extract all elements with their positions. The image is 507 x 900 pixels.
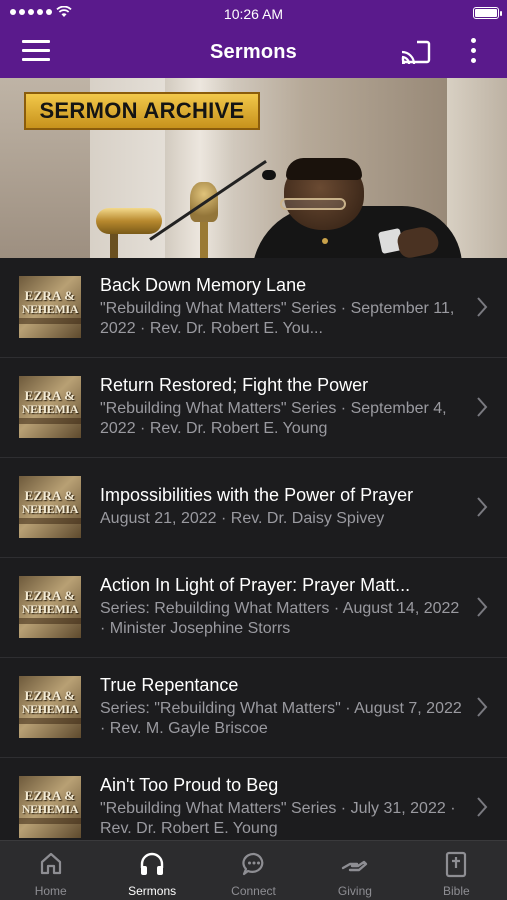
- sermon-row[interactable]: EZRA & NEHEMIA Impossibilities with the …: [0, 458, 507, 558]
- sermon-title: Action In Light of Prayer: Prayer Matt..…: [100, 575, 411, 595]
- cast-icon[interactable]: [399, 38, 433, 68]
- sermon-row[interactable]: EZRA & NEHEMIA Ain't Too Proud to Beg "R…: [0, 758, 507, 840]
- microphone-image: [96, 208, 162, 234]
- more-vertical-icon[interactable]: [465, 38, 481, 68]
- sermon-thumbnail: EZRA & NEHEMIA: [19, 476, 81, 538]
- home-icon: [40, 852, 61, 875]
- tab-home[interactable]: Home: [0, 841, 101, 900]
- tab-giving[interactable]: Giving: [304, 841, 405, 900]
- hero-banner: SERMON ARCHIVE: [0, 78, 507, 258]
- chevron-right-icon: [477, 597, 488, 617]
- sermon-subtitle: Series: Rebuilding What Matters · August…: [100, 600, 460, 637]
- tab-sermons[interactable]: Sermons: [101, 841, 202, 900]
- bible-icon: [446, 851, 467, 878]
- sermon-thumbnail: EZRA & NEHEMIA: [19, 676, 81, 738]
- sermon-thumbnail: EZRA & NEHEMIA: [19, 376, 81, 438]
- sermon-subtitle: August 21, 2022 · Rev. Dr. Daisy Spivey: [100, 510, 385, 527]
- chevron-right-icon: [477, 297, 488, 317]
- sermon-thumbnail: EZRA & NEHEMIA: [19, 276, 81, 338]
- sermon-row[interactable]: EZRA & NEHEMIA True Repentance Series: "…: [0, 658, 507, 758]
- chevron-right-icon: [477, 797, 488, 817]
- headphones-icon: [140, 852, 164, 875]
- app-root: 10:26 AM Sermons SERMON ARCHIVE EZRA & N…: [0, 0, 507, 900]
- status-time: 10:26 AM: [223, 6, 284, 22]
- sermon-title: Ain't Too Proud to Beg: [100, 775, 279, 795]
- sermon-archive-banner: SERMON ARCHIVE: [24, 92, 260, 130]
- chat-bubble-icon: [241, 852, 263, 876]
- sermon-thumbnail: EZRA & NEHEMIA: [19, 576, 81, 638]
- sermon-title: Impossibilities with the Power of Prayer: [100, 485, 414, 505]
- sermon-title: True Repentance: [100, 675, 239, 695]
- sermon-subtitle: "Rebuilding What Matters" Series · Septe…: [100, 400, 447, 437]
- tab-bible[interactable]: Bible: [406, 841, 507, 900]
- chevron-right-icon: [477, 397, 488, 417]
- sermon-subtitle: "Rebuilding What Matters" Series · Septe…: [100, 300, 455, 337]
- sermon-title: Return Restored; Fight the Power: [100, 375, 369, 395]
- sermon-list: EZRA & NEHEMIA Back Down Memory Lane "Re…: [0, 258, 507, 840]
- sermon-subtitle: "Rebuilding What Matters" Series · July …: [100, 800, 456, 837]
- status-bar: 10:26 AM: [0, 0, 507, 28]
- sermon-row[interactable]: EZRA & NEHEMIA Back Down Memory Lane "Re…: [0, 258, 507, 358]
- sermon-row[interactable]: EZRA & NEHEMIA Return Restored; Fight th…: [0, 358, 507, 458]
- nav-bar: Sermons: [0, 28, 507, 78]
- sermon-subtitle: Series: "Rebuilding What Matters" · Augu…: [100, 700, 462, 737]
- sermon-thumbnail: EZRA & NEHEMIA: [19, 776, 81, 838]
- banner-text: SERMON ARCHIVE: [39, 98, 245, 123]
- sermon-title: Back Down Memory Lane: [100, 275, 307, 295]
- chevron-right-icon: [477, 497, 488, 517]
- tab-connect[interactable]: Connect: [203, 841, 304, 900]
- battery-icon: [473, 7, 502, 19]
- tab-bar: Home Sermons Connect Giving Bible: [0, 840, 507, 900]
- chevron-right-icon: [477, 697, 488, 717]
- giving-hand-icon: [341, 860, 368, 872]
- sermon-row[interactable]: EZRA & NEHEMIA Action In Light of Prayer…: [0, 558, 507, 658]
